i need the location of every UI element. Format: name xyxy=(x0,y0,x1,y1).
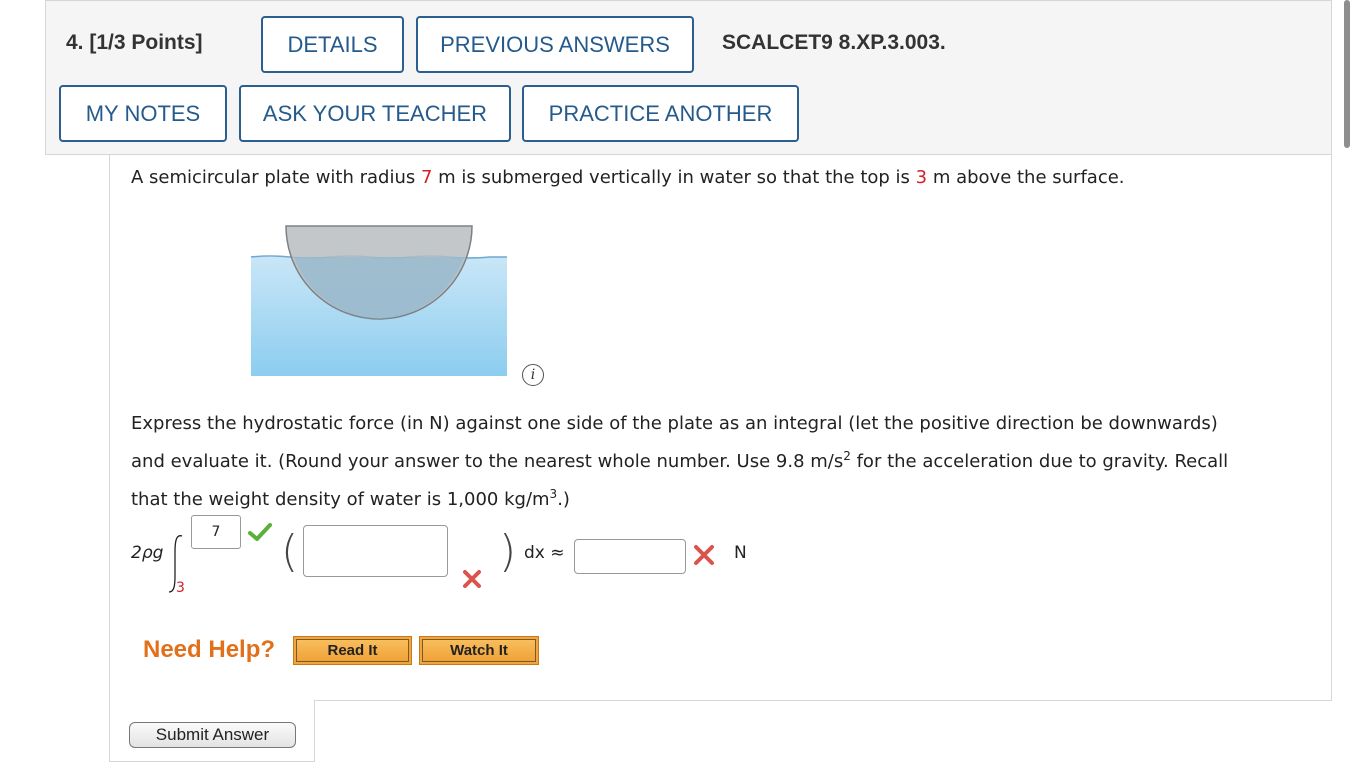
result-incorrect-icon xyxy=(694,545,714,565)
integral-prefix: 2ρg xyxy=(131,543,164,563)
problem-statement: A semicircular plate with radius 7 m is … xyxy=(131,167,1125,188)
semicircle-plate-figure xyxy=(250,225,507,376)
dx-approx-label: dx ≈ xyxy=(524,543,565,563)
practice-another-button[interactable]: PRACTICE ANOTHER xyxy=(522,85,799,142)
unit-label: N xyxy=(734,543,747,563)
problem-id: SCALCET9 8.XP.3.003. xyxy=(722,31,946,54)
need-help-label: Need Help? xyxy=(143,636,276,663)
lower-limit: 3 xyxy=(176,580,185,596)
read-it-label[interactable]: Read It xyxy=(296,639,409,662)
radius-value: 7 xyxy=(420,167,433,188)
watch-it-button[interactable]: Watch It xyxy=(419,636,539,665)
height-value: 3 xyxy=(915,167,928,188)
upper-limit-input[interactable] xyxy=(191,515,241,549)
result-input[interactable] xyxy=(574,539,686,574)
question-number: 4. xyxy=(66,31,84,54)
scrollbar[interactable] xyxy=(1344,0,1350,148)
question-title: 4. [1/3 Points] xyxy=(66,31,203,55)
integrand-input[interactable] xyxy=(303,525,448,577)
watch-it-label[interactable]: Watch It xyxy=(422,639,536,662)
details-button[interactable]: DETAILS xyxy=(261,16,404,73)
upper-limit-check-icon xyxy=(248,523,272,541)
previous-answers-button[interactable]: PREVIOUS ANSWERS xyxy=(416,16,694,73)
ask-your-teacher-button[interactable]: ASK YOUR TEACHER xyxy=(239,85,511,142)
integrand-incorrect-icon xyxy=(463,570,481,588)
submit-answer-button[interactable]: Submit Answer xyxy=(129,722,296,748)
left-paren: ( xyxy=(281,526,299,577)
question-header: 4. [1/3 Points] DETAILS PREVIOUS ANSWERS… xyxy=(45,0,1332,155)
right-paren: ) xyxy=(499,526,517,577)
instructions: Express the hydrostatic force (in N) aga… xyxy=(131,413,1229,510)
points-label: [1/3 Points] xyxy=(89,31,203,54)
my-notes-button[interactable]: MY NOTES xyxy=(59,85,227,142)
info-icon[interactable]: i xyxy=(522,364,544,386)
read-it-button[interactable]: Read It xyxy=(293,636,412,665)
